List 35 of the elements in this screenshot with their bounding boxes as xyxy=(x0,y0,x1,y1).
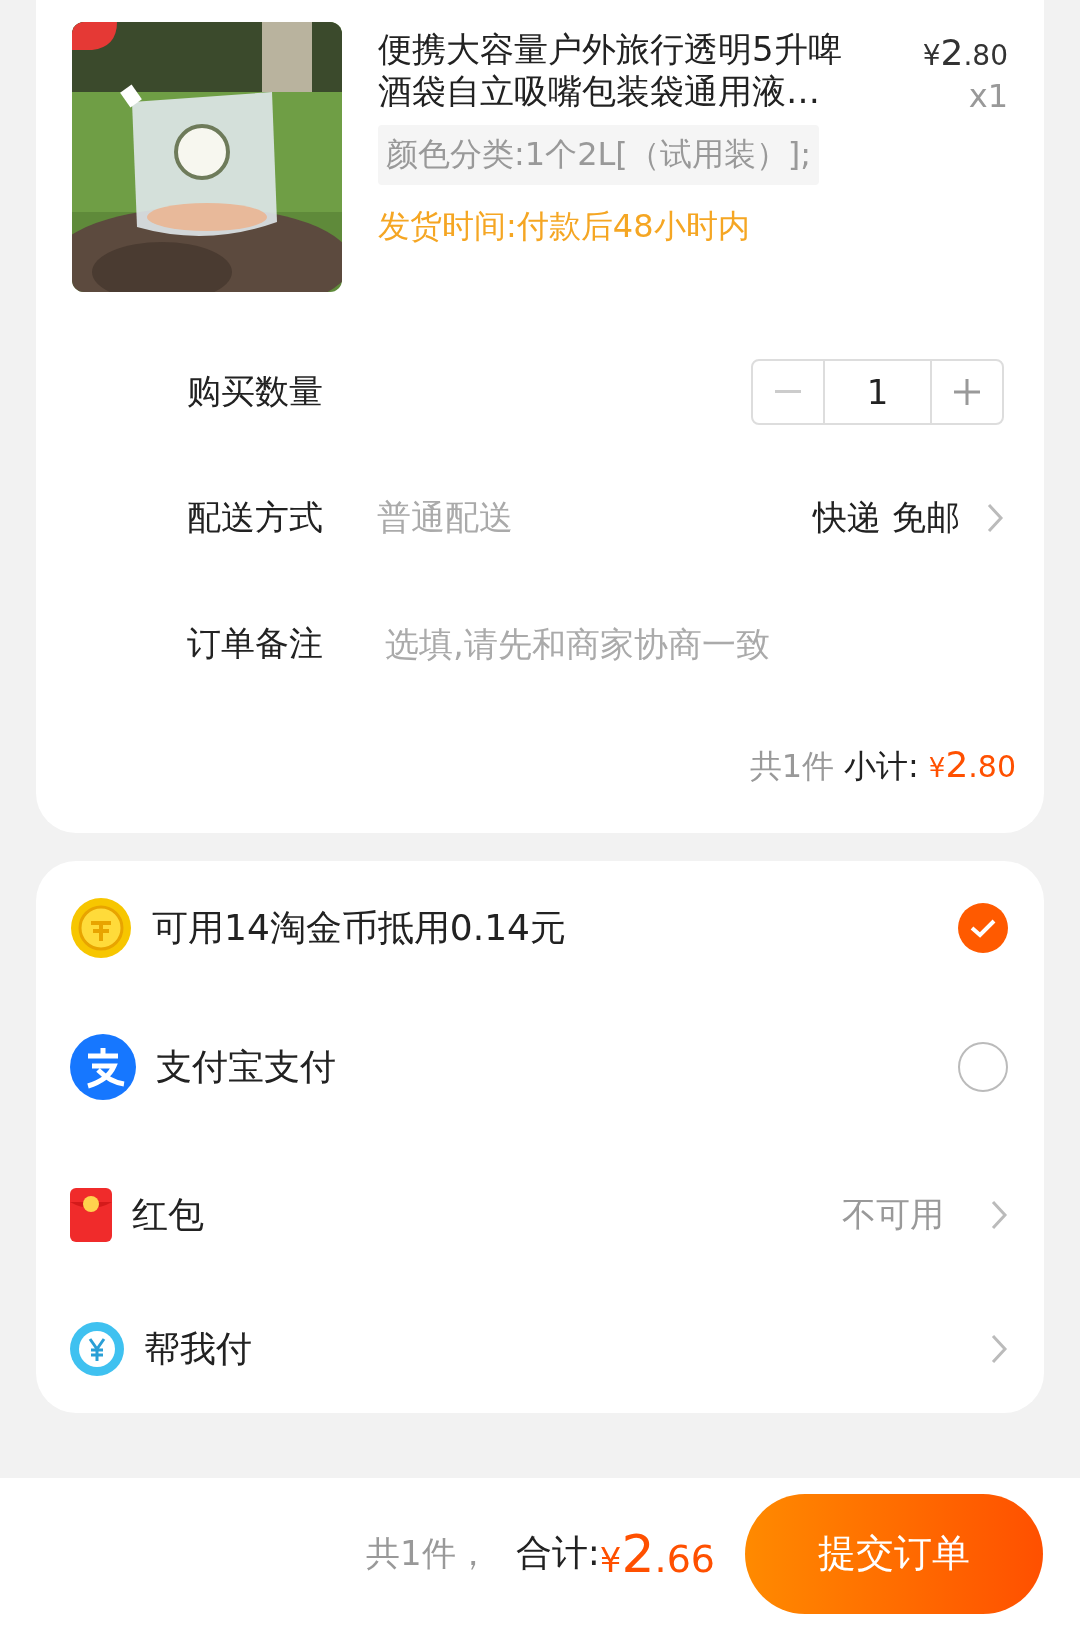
item-count: 共1件 xyxy=(749,746,835,787)
delivery-option[interactable]: 快递 免邮 xyxy=(813,495,960,541)
subtotal-amount: ¥2.80 xyxy=(928,744,1016,785)
payment-label: 可用14淘金币抵用0.14元 xyxy=(152,905,566,950)
minus-icon xyxy=(775,390,801,394)
payment-status: 不可用 xyxy=(842,1193,944,1236)
radio-button[interactable] xyxy=(958,903,1008,953)
yen-coin-icon xyxy=(70,1322,124,1376)
chevron-icon xyxy=(986,502,1004,534)
plus-button[interactable] xyxy=(930,359,1004,425)
delivery-label: 配送方式 xyxy=(187,496,324,539)
plus-icon xyxy=(954,379,980,405)
check-icon xyxy=(970,918,996,938)
product-count: x1 xyxy=(968,77,1008,115)
shipping-time: 发货时间:付款后48小时内 xyxy=(378,206,750,247)
total-amount: ¥2.66 xyxy=(599,1523,715,1584)
radio-button[interactable] xyxy=(958,1042,1008,1092)
payment-label: 红包 xyxy=(132,1192,204,1237)
alipay-icon xyxy=(70,1034,136,1100)
total-label: 合计: xyxy=(515,1531,600,1575)
delivery-method: 普通配送 xyxy=(377,496,513,539)
chevron-icon xyxy=(990,1333,1008,1365)
product-price: ¥2.80 xyxy=(922,32,1008,73)
product-title: 便携大容量户外旅行透明5升啤酒袋自立吸嘴包装袋通用液… xyxy=(378,28,843,113)
quantity-field[interactable]: 1 xyxy=(825,359,930,425)
coin-icon xyxy=(70,897,132,959)
chevron-icon xyxy=(990,1199,1008,1231)
payment-label: 帮我付 xyxy=(144,1326,252,1371)
note-label: 订单备注 xyxy=(187,622,324,665)
subtotal-label: 小计: xyxy=(844,746,919,787)
spec-tag: 颜色分类:1个2L[（试用装）]; xyxy=(378,125,820,185)
packet-icon xyxy=(70,1188,112,1242)
quantity-label: 购买数量 xyxy=(187,370,324,413)
payment-label: 支付宝支付 xyxy=(156,1044,336,1089)
total-count: 共1件， xyxy=(366,1531,490,1575)
